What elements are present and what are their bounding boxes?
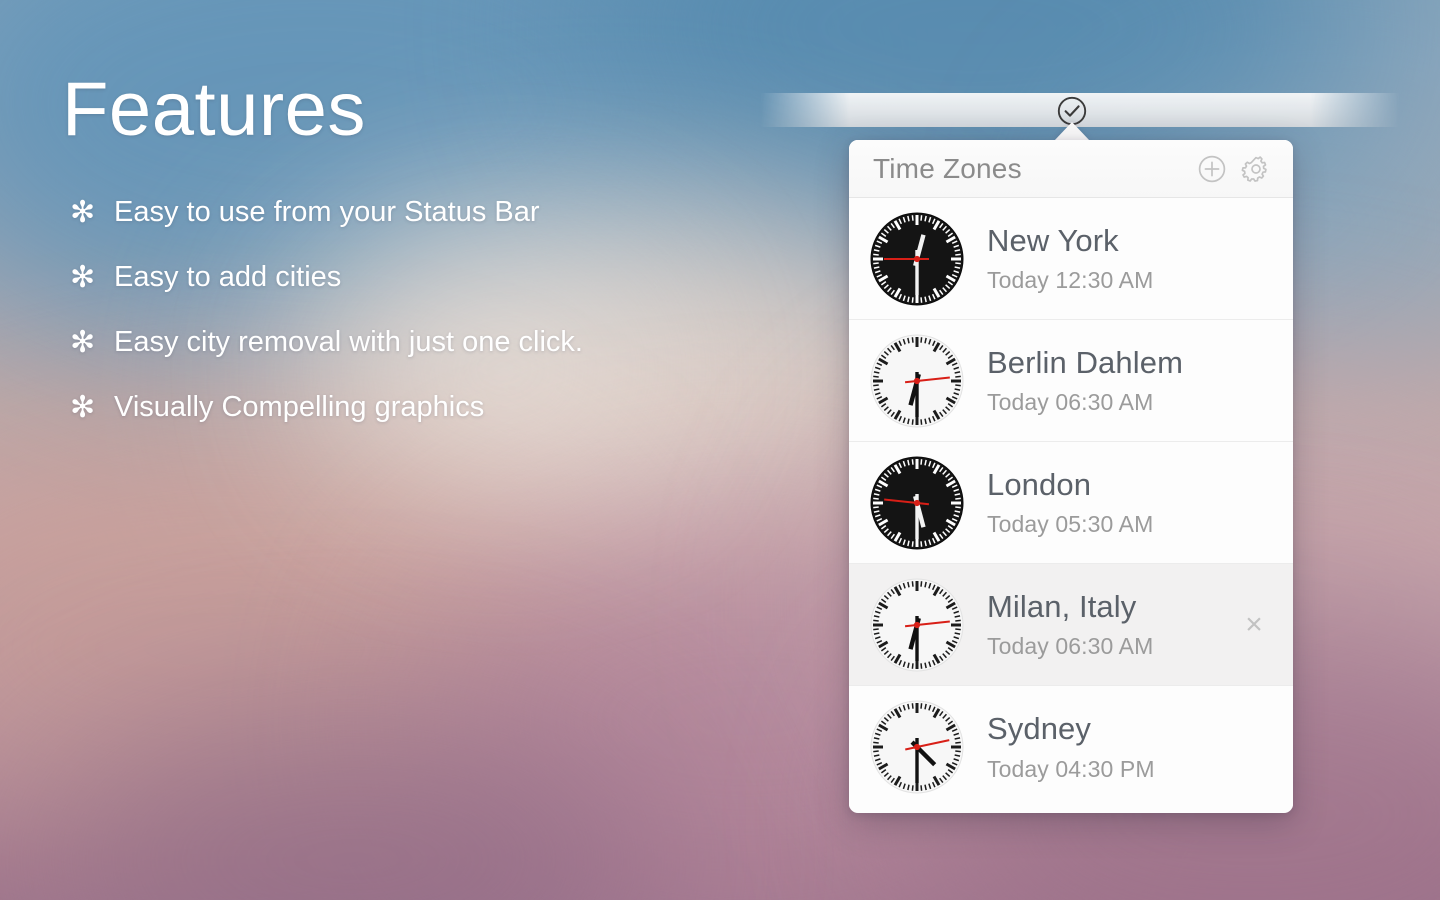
- local-time: Today 06:30 AM: [987, 389, 1154, 416]
- feature-list-item: ✻ Easy to use from your Status Bar: [62, 190, 742, 235]
- feature-text: Visually Compelling graphics: [114, 391, 485, 423]
- popover-actions: [1197, 154, 1271, 184]
- feature-list-item: ✻ Visually Compelling graphics: [62, 385, 742, 430]
- local-time: Today 05:30 AM: [987, 511, 1154, 538]
- gear-icon[interactable]: [1241, 154, 1271, 184]
- feature-list-item: ✻ Easy to add cities: [62, 255, 742, 300]
- city-name: Berlin Dahlem: [987, 344, 1183, 380]
- local-time: Today 04:30 PM: [987, 755, 1155, 782]
- city-name: Sydney: [987, 711, 1091, 747]
- city-name: New York: [987, 222, 1119, 258]
- features-panel: Features ✻ Easy to use from your Status B…: [62, 72, 742, 450]
- feature-text: Easy to use from your Status Bar: [114, 196, 540, 228]
- analog-clock-icon: [865, 695, 969, 799]
- city-name: Milan, Italy: [987, 588, 1137, 624]
- time-zones-popover: Time Zones New York Today 12:30 AM Berli…: [849, 140, 1293, 813]
- feature-text: Easy city removal with just one click.: [114, 326, 583, 358]
- local-time: Today 12:30 AM: [987, 267, 1154, 294]
- analog-clock-icon: [865, 207, 969, 311]
- analog-clock-icon: [865, 329, 969, 433]
- time-zone-row[interactable]: Berlin DahlemToday 06:30 AM×: [849, 320, 1293, 442]
- page-title: Features: [62, 67, 366, 152]
- time-zone-meta: Berlin Dahlem Today 06:30 AM: [987, 345, 1237, 417]
- time-zone-row[interactable]: New YorkToday 12:30 AM×: [849, 198, 1293, 320]
- popover-arrow: [1054, 122, 1090, 141]
- popover-title: Time Zones: [873, 152, 1022, 184]
- time-zone-meta: Sydney Today 04:30 PM: [987, 711, 1237, 783]
- asterisk-bullet-icon: ✻: [70, 391, 96, 424]
- time-zone-meta: New York Today 12:30 AM: [987, 223, 1237, 295]
- city-name: London: [987, 466, 1092, 502]
- remove-city-button[interactable]: ×: [1237, 608, 1271, 642]
- analog-clock-icon: [865, 451, 969, 555]
- time-zone-meta: London Today 05:30 AM: [987, 467, 1237, 539]
- asterisk-bullet-icon: ✻: [70, 196, 96, 229]
- asterisk-bullet-icon: ✻: [70, 326, 96, 359]
- feature-text: Easy to add cities: [114, 261, 342, 293]
- time-zone-row[interactable]: Milan, Italy Today 06:30 AM ×: [849, 564, 1293, 686]
- analog-clock-icon: [865, 573, 969, 677]
- asterisk-bullet-icon: ✻: [70, 261, 96, 294]
- plus-circle-icon[interactable]: [1197, 154, 1227, 184]
- time-zone-meta: Milan, Italy Today 06:30 AM: [987, 589, 1237, 661]
- time-zone-list: New York Today 12:30 AM × Berlin Dahlem Tod…: [849, 198, 1293, 808]
- local-time: Today 06:30 AM: [987, 633, 1154, 660]
- time-zone-row[interactable]: SydneyToday 04:30 PM×: [849, 686, 1293, 808]
- features-list: ✻ Easy to use from your Status Bar ✻ Easy t…: [62, 190, 742, 430]
- time-zone-row[interactable]: LondonToday 05:30 AM×: [849, 442, 1293, 564]
- popover-header: Time Zones: [849, 140, 1293, 198]
- feature-list-item: ✻ Easy city removal with just one click.: [62, 320, 742, 365]
